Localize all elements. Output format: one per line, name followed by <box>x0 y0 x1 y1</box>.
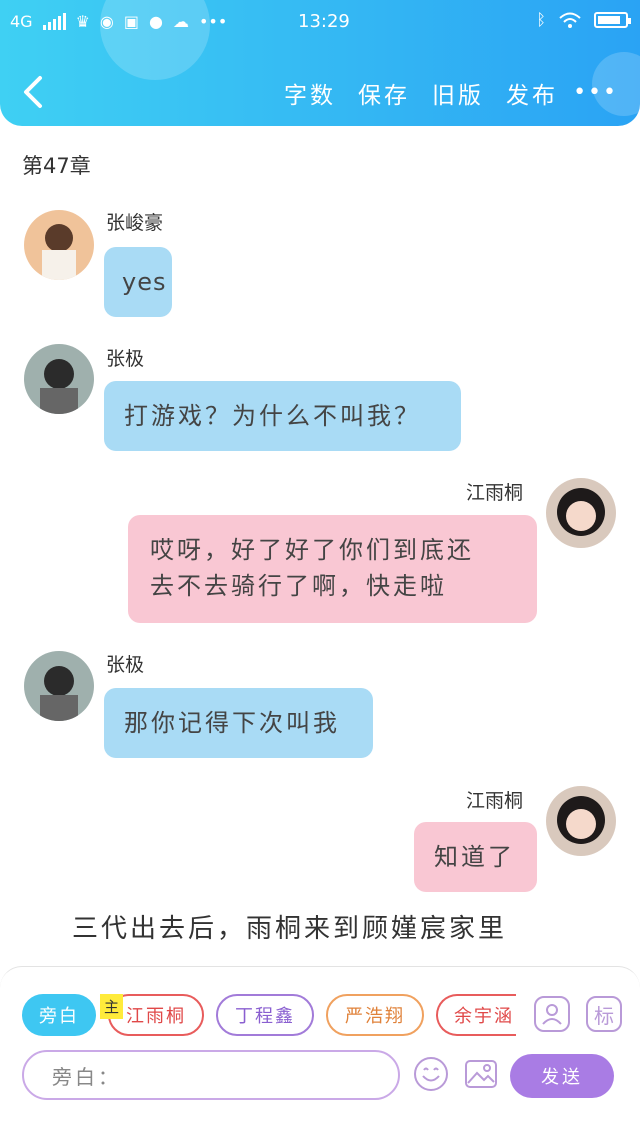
avatar-photo <box>24 344 94 414</box>
sender-name: 江雨桐 <box>466 790 524 812</box>
publish-button[interactable]: 发布 <box>506 76 558 110</box>
word-count-button[interactable]: 字数 <box>284 76 336 110</box>
signal-icon <box>42 12 66 30</box>
more-notifications-icon: ••• <box>198 12 228 31</box>
avatar-photo <box>546 786 616 856</box>
avatar[interactable] <box>24 344 94 414</box>
message-bubble[interactable]: yes <box>104 247 172 317</box>
sender-name: 张极 <box>106 654 145 676</box>
old-version-button[interactable]: 旧版 <box>432 76 484 110</box>
message-bubble[interactable]: 哎呀，好了好了你们到底还 去不去骑行了啊，快走啦 <box>128 515 537 623</box>
player-icon: ▣ <box>123 12 140 31</box>
person-glyph <box>542 1004 562 1025</box>
chip-character[interactable]: 丁程鑫 <box>216 994 314 1036</box>
person-icon[interactable] <box>534 996 570 1032</box>
toolbar: 字数 保存 旧版 发布 <box>284 76 558 110</box>
avatar[interactable] <box>24 210 94 280</box>
sender-name: 江雨桐 <box>466 482 524 504</box>
bluetooth-icon: ᛒ <box>536 10 546 29</box>
wifi-icon <box>559 12 581 28</box>
message-bubble[interactable]: 打游戏？为什么不叫我？ <box>104 381 461 451</box>
sender-name: 张峻豪 <box>106 212 164 234</box>
save-button[interactable]: 保存 <box>358 76 410 110</box>
message-input[interactable]: 旁白： <box>22 1050 400 1100</box>
avatar-photo <box>24 210 94 280</box>
avatar-photo <box>546 478 616 548</box>
status-bar: 4G ♛ ◉ ▣ ● ☁ ••• 13:29 ᛒ <box>0 6 640 36</box>
header-bar: 4G ♛ ◉ ▣ ● ☁ ••• 13:29 ᛒ 字数 保存 旧版 发布 ••• <box>0 0 640 126</box>
planet-icon: ● <box>149 12 163 31</box>
weibo-icon: ◉ <box>99 12 114 31</box>
emoji-icon[interactable] <box>412 1055 450 1093</box>
avatar-photo <box>24 651 94 721</box>
message-bubble[interactable]: 那你记得下次叫我 <box>104 688 373 758</box>
image-icon[interactable] <box>462 1055 500 1093</box>
network-label: 4G <box>10 12 33 31</box>
send-button[interactable]: 发送 <box>510 1054 614 1098</box>
cloud-icon: ☁ <box>172 12 189 31</box>
avatar[interactable] <box>24 651 94 721</box>
narration-text: 三代出去后，雨桐来到顾嫤宸家里 <box>72 914 508 944</box>
more-menu-button[interactable]: ••• <box>573 80 618 105</box>
chip-character[interactable]: 余宇涵 <box>436 994 516 1036</box>
battery-icon <box>594 11 631 28</box>
avatar[interactable] <box>546 786 616 856</box>
main-role-tag: 主 <box>100 994 124 1019</box>
avatar[interactable] <box>546 478 616 548</box>
clock: 13:29 <box>298 11 350 32</box>
back-arrow-icon[interactable] <box>18 72 48 112</box>
chapter-title: 第47章 <box>22 154 91 178</box>
tag-button[interactable]: 标 <box>586 996 622 1032</box>
crown-icon: ♛ <box>75 12 90 31</box>
message-line: 哎呀，好了好了你们到底还 <box>150 536 474 564</box>
message-bubble[interactable]: 知道了 <box>414 822 537 892</box>
sender-name: 张极 <box>106 348 145 370</box>
message-line: 去不去骑行了啊，快走啦 <box>150 572 447 600</box>
chip-character[interactable]: 严浩翔 <box>326 994 424 1036</box>
chip-narration[interactable]: 旁白 <box>22 994 96 1036</box>
